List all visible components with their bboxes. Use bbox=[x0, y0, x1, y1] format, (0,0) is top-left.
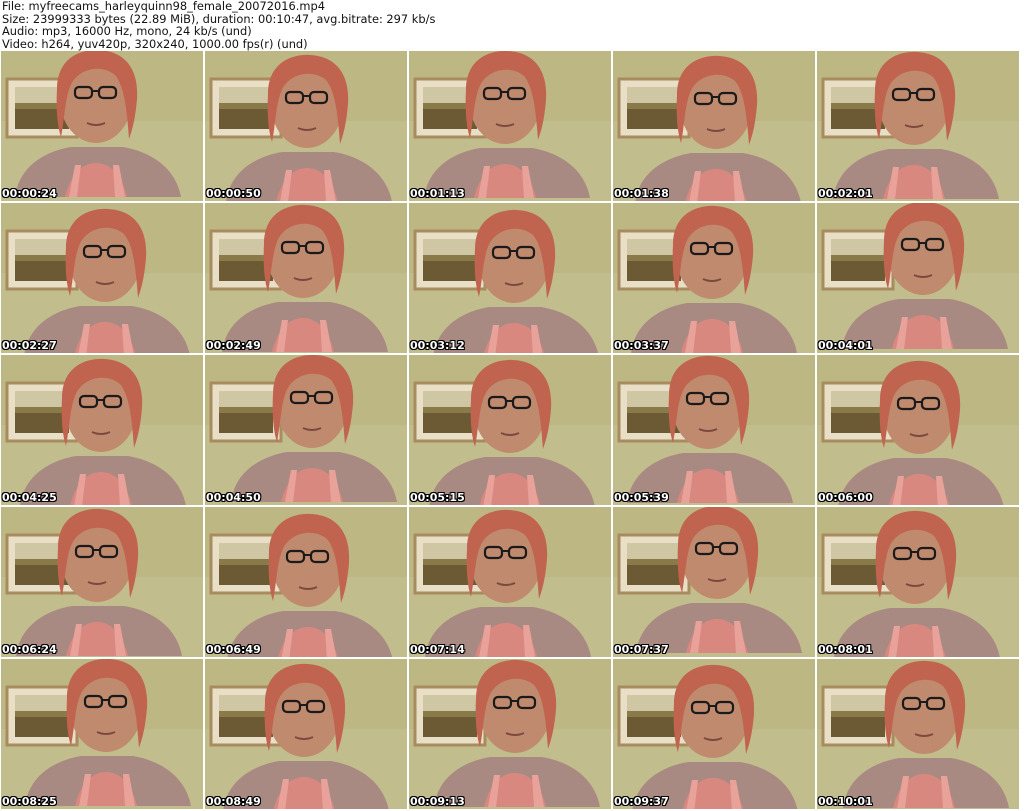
thumbnail-frame-image bbox=[1, 507, 203, 657]
thumbnail-frame-image bbox=[1, 203, 203, 353]
video-thumbnail: 00:07:37 bbox=[613, 507, 815, 657]
video-thumbnail: 00:08:01 bbox=[817, 507, 1019, 657]
thumbnail-frame-image bbox=[613, 355, 815, 505]
video-thumbnail: 00:03:12 bbox=[409, 203, 611, 353]
wall-picture bbox=[5, 685, 79, 747]
timestamp-label: 00:04:25 bbox=[2, 491, 57, 504]
thumbnail-frame-image bbox=[1, 51, 203, 201]
video-thumbnail: 00:06:00 bbox=[817, 355, 1019, 505]
video-thumbnail: 00:04:01 bbox=[817, 203, 1019, 353]
thumbnail-frame-image bbox=[817, 659, 1019, 809]
thumbnail-frame-image bbox=[409, 355, 611, 505]
timestamp-label: 00:05:39 bbox=[614, 491, 669, 504]
video-thumbnail: 00:05:15 bbox=[409, 355, 611, 505]
thumbnail-frame-image bbox=[205, 507, 407, 657]
file-info-header: File: myfreecams_harleyquinn98_female_20… bbox=[2, 0, 1022, 50]
timestamp-label: 00:01:13 bbox=[410, 187, 465, 200]
timestamp-label: 00:03:12 bbox=[410, 339, 465, 352]
timestamp-label: 00:10:01 bbox=[818, 795, 873, 808]
video-thumbnail: 00:06:24 bbox=[1, 507, 203, 657]
timestamp-label: 00:01:38 bbox=[614, 187, 669, 200]
wall-picture bbox=[413, 229, 487, 291]
timestamp-label: 00:09:37 bbox=[614, 795, 669, 808]
video-thumbnail: 00:01:13 bbox=[409, 51, 611, 201]
thumbnail-frame-image bbox=[409, 507, 611, 657]
video-line: Video: h264, yuv420p, 320x240, 1000.00 f… bbox=[2, 36, 308, 51]
wall-picture bbox=[209, 381, 283, 443]
thumbnail-frame-image bbox=[613, 203, 815, 353]
video-thumbnail: 00:07:14 bbox=[409, 507, 611, 657]
timestamp-label: 00:07:14 bbox=[410, 643, 465, 656]
thumbnail-frame-image bbox=[1, 355, 203, 505]
timestamp-label: 00:05:15 bbox=[410, 491, 465, 504]
video-thumbnail: 00:03:37 bbox=[613, 203, 815, 353]
thumbnail-grid: 00:00:24 00:00:50 00:01:13 00:01:38 00:0… bbox=[1, 51, 1024, 811]
video-thumbnail: 00:00:24 bbox=[1, 51, 203, 201]
video-thumbnail: 00:02:49 bbox=[205, 203, 407, 353]
wall-picture bbox=[821, 685, 895, 747]
video-thumbnail: 00:00:50 bbox=[205, 51, 407, 201]
video-thumbnail: 00:06:49 bbox=[205, 507, 407, 657]
audio-line: Audio: mp3, 16000 Hz, mono, 24 kb/s (und… bbox=[2, 24, 252, 39]
timestamp-label: 00:03:37 bbox=[614, 339, 669, 352]
video-thumbnail: 00:08:49 bbox=[205, 659, 407, 809]
video-thumbnail: 00:05:39 bbox=[613, 355, 815, 505]
timestamp-label: 00:04:01 bbox=[818, 339, 873, 352]
video-thumbnail: 00:09:37 bbox=[613, 659, 815, 809]
video-thumbnail: 00:04:50 bbox=[205, 355, 407, 505]
file-name-line: File: myfreecams_harleyquinn98_female_20… bbox=[2, 0, 325, 13]
thumbnail-frame-image bbox=[205, 203, 407, 353]
thumbnail-frame-image bbox=[817, 355, 1019, 505]
timestamp-label: 00:04:50 bbox=[206, 491, 261, 504]
thumbnail-frame-image bbox=[613, 659, 815, 809]
timestamp-label: 00:06:49 bbox=[206, 643, 261, 656]
thumbnail-frame-image bbox=[817, 203, 1019, 353]
thumbnail-frame-image bbox=[613, 507, 815, 657]
timestamp-label: 00:02:01 bbox=[818, 187, 873, 200]
timestamp-label: 00:02:27 bbox=[2, 339, 57, 352]
video-thumbnail: 00:04:25 bbox=[1, 355, 203, 505]
timestamp-label: 00:02:49 bbox=[206, 339, 261, 352]
timestamp-label: 00:08:01 bbox=[818, 643, 873, 656]
timestamp-label: 00:00:24 bbox=[2, 187, 57, 200]
thumbnail-frame-image bbox=[409, 51, 611, 201]
timestamp-label: 00:06:24 bbox=[2, 643, 57, 656]
video-thumbnail: 00:09:13 bbox=[409, 659, 611, 809]
thumbnail-frame-image bbox=[205, 355, 407, 505]
thumbnail-frame-image bbox=[1, 659, 203, 809]
timestamp-label: 00:09:13 bbox=[410, 795, 465, 808]
thumbnail-frame-image bbox=[817, 51, 1019, 201]
thumbnail-frame-image bbox=[817, 507, 1019, 657]
video-thumbnail: 00:02:01 bbox=[817, 51, 1019, 201]
thumbnail-frame-image bbox=[613, 51, 815, 201]
wall-picture bbox=[413, 685, 487, 747]
timestamp-label: 00:06:00 bbox=[818, 491, 873, 504]
video-thumbnail: 00:08:25 bbox=[1, 659, 203, 809]
thumbnail-frame-image bbox=[409, 659, 611, 809]
timestamp-label: 00:08:49 bbox=[206, 795, 261, 808]
thumbnail-frame-image bbox=[205, 51, 407, 201]
video-thumbnail: 00:02:27 bbox=[1, 203, 203, 353]
video-thumbnail: 00:01:38 bbox=[613, 51, 815, 201]
timestamp-label: 00:00:50 bbox=[206, 187, 261, 200]
wall-picture bbox=[821, 229, 895, 291]
thumbnail-frame-image bbox=[409, 203, 611, 353]
timestamp-label: 00:07:37 bbox=[614, 643, 669, 656]
timestamp-label: 00:08:25 bbox=[2, 795, 57, 808]
video-thumbnail: 00:10:01 bbox=[817, 659, 1019, 809]
thumbnail-frame-image bbox=[205, 659, 407, 809]
